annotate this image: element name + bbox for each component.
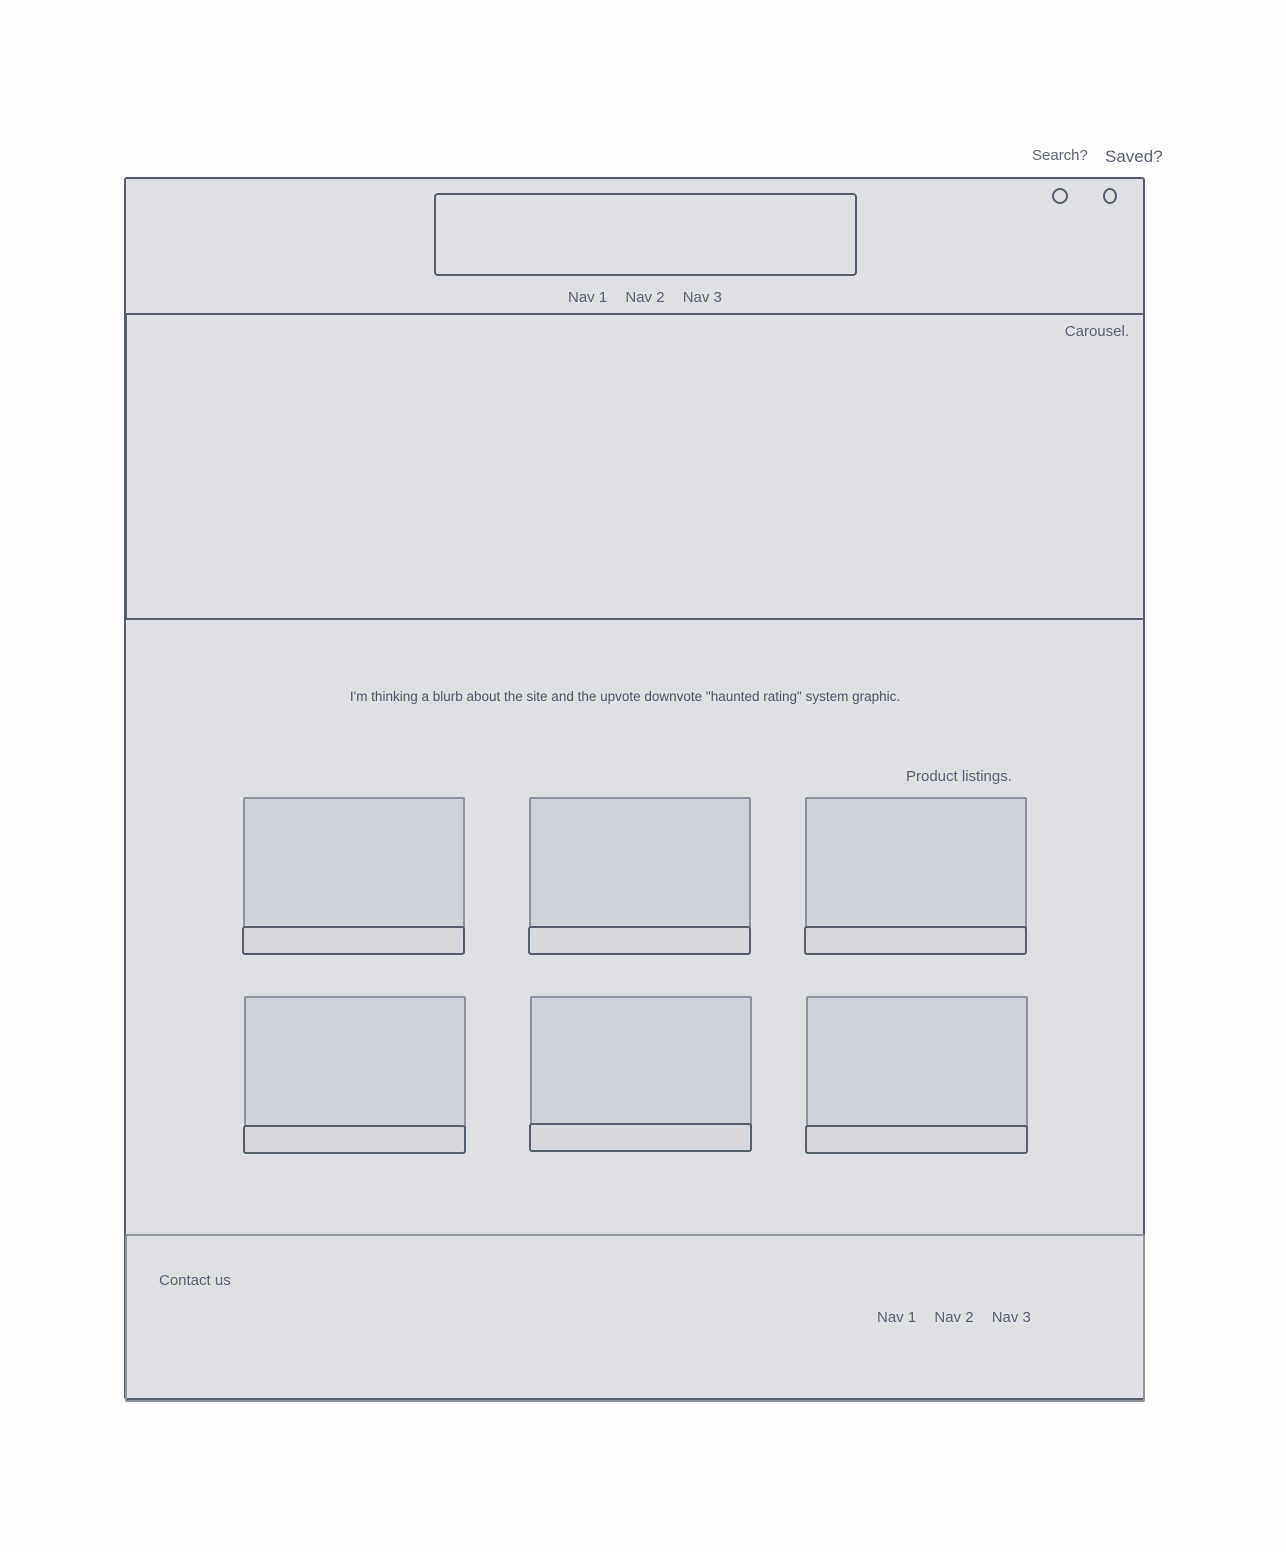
product-card[interactable]	[242, 797, 465, 955]
product-caption-bar[interactable]	[243, 1125, 466, 1154]
footer-nav-item-1[interactable]: Nav 1	[877, 1309, 916, 1326]
product-image[interactable]	[529, 797, 751, 931]
product-listings-label: Product listings.	[906, 768, 1012, 785]
site-blurb: I'm thinking a blurb about the site and …	[349, 689, 901, 704]
header-nav: Nav 1 Nav 2 Nav 3	[568, 289, 736, 306]
product-image[interactable]	[244, 996, 466, 1130]
header-nav-item-2[interactable]: Nav 2	[625, 289, 664, 306]
site-header: Nav 1 Nav 2 Nav 3	[124, 177, 1145, 315]
logo-placeholder[interactable]	[434, 193, 857, 276]
search-annotation[interactable]: Search?	[1032, 147, 1088, 164]
saved-icon[interactable]	[1103, 188, 1117, 204]
product-image[interactable]	[243, 797, 465, 931]
saved-annotation[interactable]: Saved?	[1105, 147, 1163, 167]
footer-nav: Nav 1 Nav 2 Nav 3	[877, 1309, 1045, 1326]
product-caption-bar[interactable]	[805, 1125, 1028, 1154]
product-card[interactable]	[243, 996, 466, 1154]
carousel[interactable]: Carousel.	[125, 313, 1145, 620]
header-nav-item-3[interactable]: Nav 3	[683, 289, 722, 306]
product-image[interactable]	[530, 996, 752, 1130]
product-caption-bar[interactable]	[528, 926, 751, 955]
footer-nav-item-3[interactable]: Nav 3	[992, 1309, 1031, 1326]
product-image[interactable]	[806, 996, 1028, 1130]
product-card[interactable]	[805, 996, 1028, 1154]
product-caption-bar[interactable]	[529, 1123, 752, 1152]
carousel-label: Carousel.	[1064, 323, 1129, 340]
site-footer: Contact us Nav 1 Nav 2 Nav 3	[125, 1234, 1145, 1402]
product-card[interactable]	[529, 996, 752, 1154]
product-card[interactable]	[528, 797, 751, 955]
product-card[interactable]	[804, 797, 1027, 955]
header-nav-item-1[interactable]: Nav 1	[568, 289, 607, 306]
contact-us-link[interactable]: Contact us	[159, 1272, 231, 1289]
search-icon[interactable]	[1052, 188, 1068, 204]
footer-nav-item-2[interactable]: Nav 2	[934, 1309, 973, 1326]
product-image[interactable]	[805, 797, 1027, 931]
product-caption-bar[interactable]	[242, 926, 465, 955]
product-caption-bar[interactable]	[804, 926, 1027, 955]
